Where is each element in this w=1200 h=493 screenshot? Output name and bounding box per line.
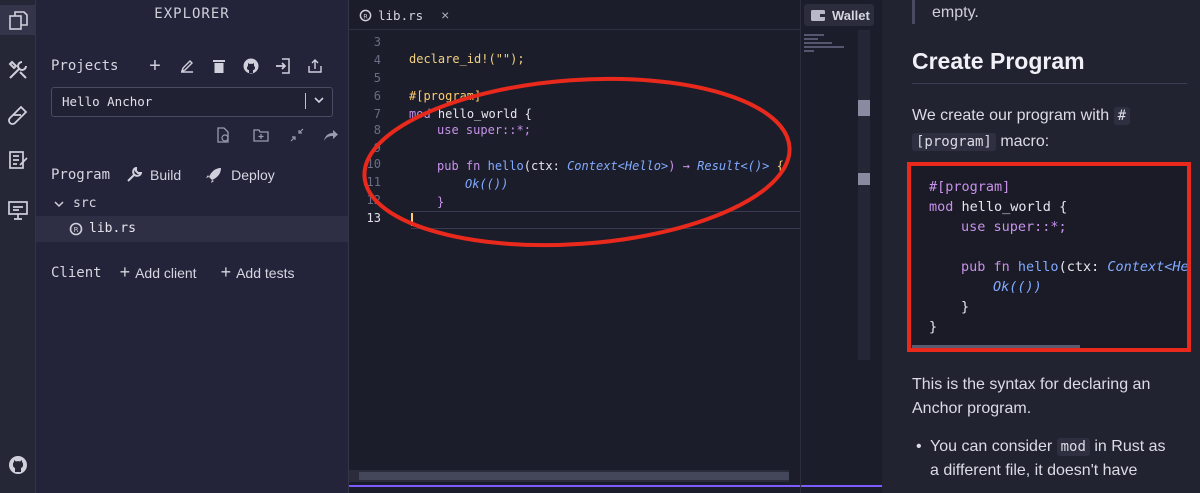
- explorer-panel: EXPLORER Projects + Hello Anchor Program…: [36, 0, 349, 493]
- add-client-button[interactable]: + Add client: [120, 262, 197, 283]
- paragraph-1: We create our program with # [program] m…: [912, 103, 1192, 155]
- file-label: lib.rs: [89, 221, 136, 236]
- explorer-title: EXPLORER: [154, 6, 230, 22]
- paragraph-2: This is the syntax for declaring an Anch…: [912, 376, 1151, 417]
- project-select-value: Hello Anchor: [62, 94, 153, 109]
- add-client-label: Add client: [135, 264, 197, 281]
- minimap[interactable]: [804, 32, 854, 56]
- client-label: Client: [51, 264, 102, 281]
- build-button[interactable]: Build: [126, 167, 181, 183]
- bullet-item: • You can consider mod in Rust as a diff…: [916, 438, 1166, 479]
- heading-divider: [912, 83, 1187, 84]
- annotation-circle: [362, 76, 792, 248]
- plus-icon: +: [119, 262, 131, 282]
- vertical-scrollbar[interactable]: [858, 30, 870, 360]
- folder-src[interactable]: src: [53, 196, 96, 211]
- github-icon[interactable]: [0, 450, 35, 480]
- plus-icon[interactable]: +: [146, 55, 164, 77]
- tutorials-icon[interactable]: [0, 195, 35, 225]
- select-divider: [305, 93, 306, 109]
- rust-icon: R: [69, 222, 83, 235]
- minimap-area: Wallet: [800, 0, 883, 493]
- plus-icon: +: [220, 262, 232, 282]
- tutorial-panel: empty. Create Program We create our prog…: [882, 0, 1200, 493]
- import-icon[interactable]: [274, 57, 292, 75]
- github-icon[interactable]: [242, 57, 260, 75]
- new-file-icon[interactable]: [214, 126, 232, 144]
- edit-icon[interactable]: [178, 57, 196, 75]
- export-icon[interactable]: [306, 57, 324, 75]
- folder-label: src: [73, 196, 97, 211]
- annotation-rectangle: [907, 162, 1191, 352]
- wallet-icon: [811, 10, 825, 21]
- wallet-button[interactable]: Wallet: [804, 4, 874, 26]
- project-select[interactable]: Hello Anchor: [51, 87, 333, 117]
- top-text: empty.: [932, 4, 979, 21]
- wallet-label: Wallet: [832, 7, 870, 23]
- notes-icon[interactable]: [0, 145, 35, 175]
- add-tests-label: Add tests: [236, 264, 295, 281]
- deploy-label: Deploy: [231, 167, 275, 183]
- share-icon[interactable]: [322, 126, 340, 144]
- chevron-down-icon: [313, 92, 325, 111]
- activity-bar: [0, 0, 36, 493]
- add-tests-button[interactable]: + Add tests: [221, 262, 295, 283]
- trash-icon[interactable]: [210, 57, 228, 75]
- blockquote-bar: [912, 0, 915, 24]
- build-label: Build: [150, 167, 182, 183]
- section-heading: Create Program: [912, 48, 1085, 74]
- test-tube-icon[interactable]: [0, 100, 35, 130]
- tools-icon[interactable]: [0, 55, 35, 85]
- wrench-icon: [127, 167, 143, 182]
- code-editor[interactable]: R lib.rs × 3 4 5 6 7 8 9 10 11 12 13 dec…: [349, 0, 800, 493]
- program-label: Program: [51, 167, 111, 183]
- chevron-down-icon: [54, 200, 64, 207]
- projects-label: Projects: [51, 58, 119, 74]
- svg-text:R: R: [74, 226, 79, 234]
- file-lib-rs[interactable]: R lib.rs: [36, 216, 348, 242]
- collapse-icon[interactable]: [288, 126, 306, 144]
- explorer-icon[interactable]: [0, 5, 35, 35]
- deploy-button[interactable]: Deploy: [205, 166, 275, 184]
- new-folder-icon[interactable]: [252, 126, 270, 144]
- rocket-icon: [206, 168, 222, 183]
